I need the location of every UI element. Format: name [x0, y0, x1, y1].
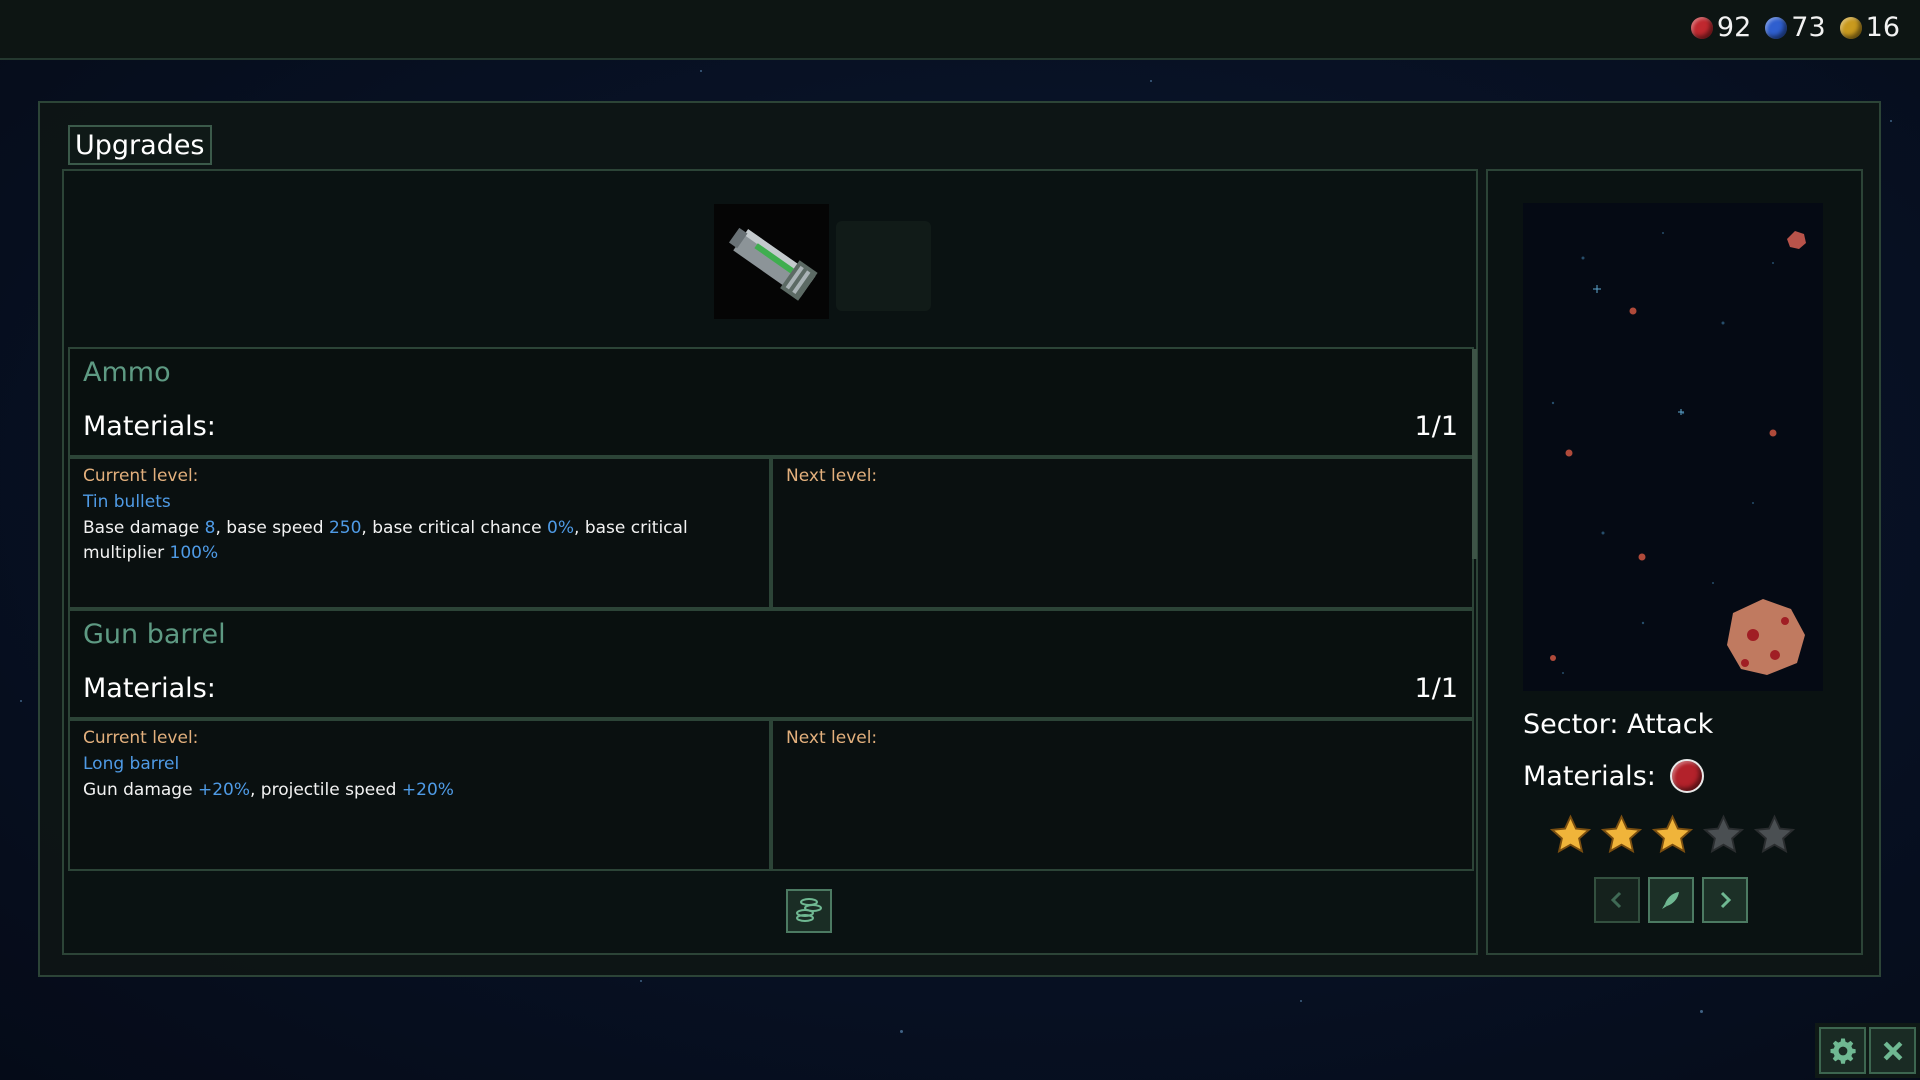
launch-button[interactable] [1648, 877, 1694, 923]
star-icon [1600, 814, 1643, 854]
materials-label: Materials: [83, 673, 216, 704]
upgrade-gun-barrel: Gun barrel Materials: 1/1 Current level:… [68, 609, 1474, 871]
next-item-ghost [836, 221, 931, 311]
top-bar: 92 73 16 [0, 0, 1920, 60]
star-icon [1549, 814, 1592, 854]
resource-gold: 16 [1839, 12, 1900, 43]
materials-count: 1/1 [1414, 411, 1458, 442]
current-level-label: Current level: [83, 466, 199, 486]
star-icon [1651, 814, 1694, 854]
close-icon [1883, 1041, 1902, 1060]
upgrades-panel: Ammo Materials: 1/1 Current level: Tin b… [62, 169, 1478, 955]
window-title: Upgrades [68, 125, 212, 165]
current-level-description: Gun damage +20%, projectile speed +20% [83, 780, 454, 800]
upgrade-header: Ammo Materials: 1/1 [68, 347, 1474, 457]
chevron-right-icon [1720, 891, 1732, 909]
chevron-left-icon [1610, 891, 1622, 909]
resource-blue-value: 73 [1791, 12, 1826, 43]
corner-controls [1815, 1023, 1920, 1078]
upgrade-ammo: Ammo Materials: 1/1 Current level: Tin b… [68, 347, 1474, 609]
close-button[interactable] [1869, 1027, 1916, 1074]
current-level-description: Base damage 8, base speed 250, base crit… [83, 518, 688, 563]
craft-button[interactable] [786, 889, 832, 933]
upgrade-name: Gun barrel [83, 619, 226, 650]
resource-blue: 73 [1765, 12, 1826, 43]
next-level-label: Next level: [786, 728, 878, 748]
resource-counters: 92 73 16 [1690, 12, 1900, 43]
upgrade-header: Gun barrel Materials: 1/1 [68, 609, 1474, 719]
red-orb-icon [1669, 759, 1704, 793]
coins-icon [794, 894, 824, 928]
current-level-box: Current level: Tin bullets Base damage 8… [68, 457, 771, 609]
upgrades-window: Upgrades Ammo Materials: 1/1 Current lev… [38, 101, 1881, 977]
star-empty-icon [1702, 814, 1745, 854]
upgrade-name: Ammo [83, 357, 171, 388]
rocket-icon [1662, 892, 1679, 909]
current-level-label: Current level: [83, 728, 199, 748]
settings-button[interactable] [1819, 1027, 1866, 1074]
red-orb-icon [1690, 16, 1713, 39]
difficulty-rating [1548, 813, 1797, 858]
resource-gold-value: 16 [1865, 12, 1900, 43]
gold-orb-icon [1839, 16, 1862, 39]
current-level-box: Current level: Long barrel Gun damage +2… [68, 719, 771, 871]
materials-label: Materials: [83, 411, 216, 442]
next-level-box: Next level: [771, 719, 1474, 871]
current-level-name: Tin bullets [83, 492, 171, 512]
sector-title: Sector: Attack [1523, 709, 1714, 740]
blue-orb-icon [1765, 16, 1788, 39]
previous-sector-button[interactable] [1594, 877, 1640, 923]
star-empty-icon [1753, 814, 1796, 854]
sector-panel: Sector: Attack Materials: [1486, 169, 1863, 955]
current-level-name: Long barrel [83, 754, 180, 774]
sector-nav [1594, 877, 1748, 923]
next-level-label: Next level: [786, 466, 878, 486]
next-sector-button[interactable] [1702, 877, 1748, 923]
resource-red: 92 [1690, 12, 1752, 43]
sector-preview-image [1523, 203, 1823, 691]
sector-materials-label: Materials: [1523, 760, 1656, 792]
upgrade-levels: Current level: Long barrel Gun damage +2… [68, 719, 1474, 871]
upgrades-list[interactable]: Ammo Materials: 1/1 Current level: Tin b… [68, 347, 1474, 871]
resource-red-value: 92 [1716, 12, 1752, 43]
next-level-box: Next level: [771, 457, 1474, 609]
sector-materials: Materials: [1523, 759, 1704, 793]
gear-icon [1830, 1038, 1856, 1064]
gun-barrel-icon[interactable] [714, 204, 829, 319]
scrollbar[interactable] [1472, 349, 1477, 559]
materials-count: 1/1 [1414, 673, 1458, 704]
upgrade-levels: Current level: Tin bullets Base damage 8… [68, 457, 1474, 609]
